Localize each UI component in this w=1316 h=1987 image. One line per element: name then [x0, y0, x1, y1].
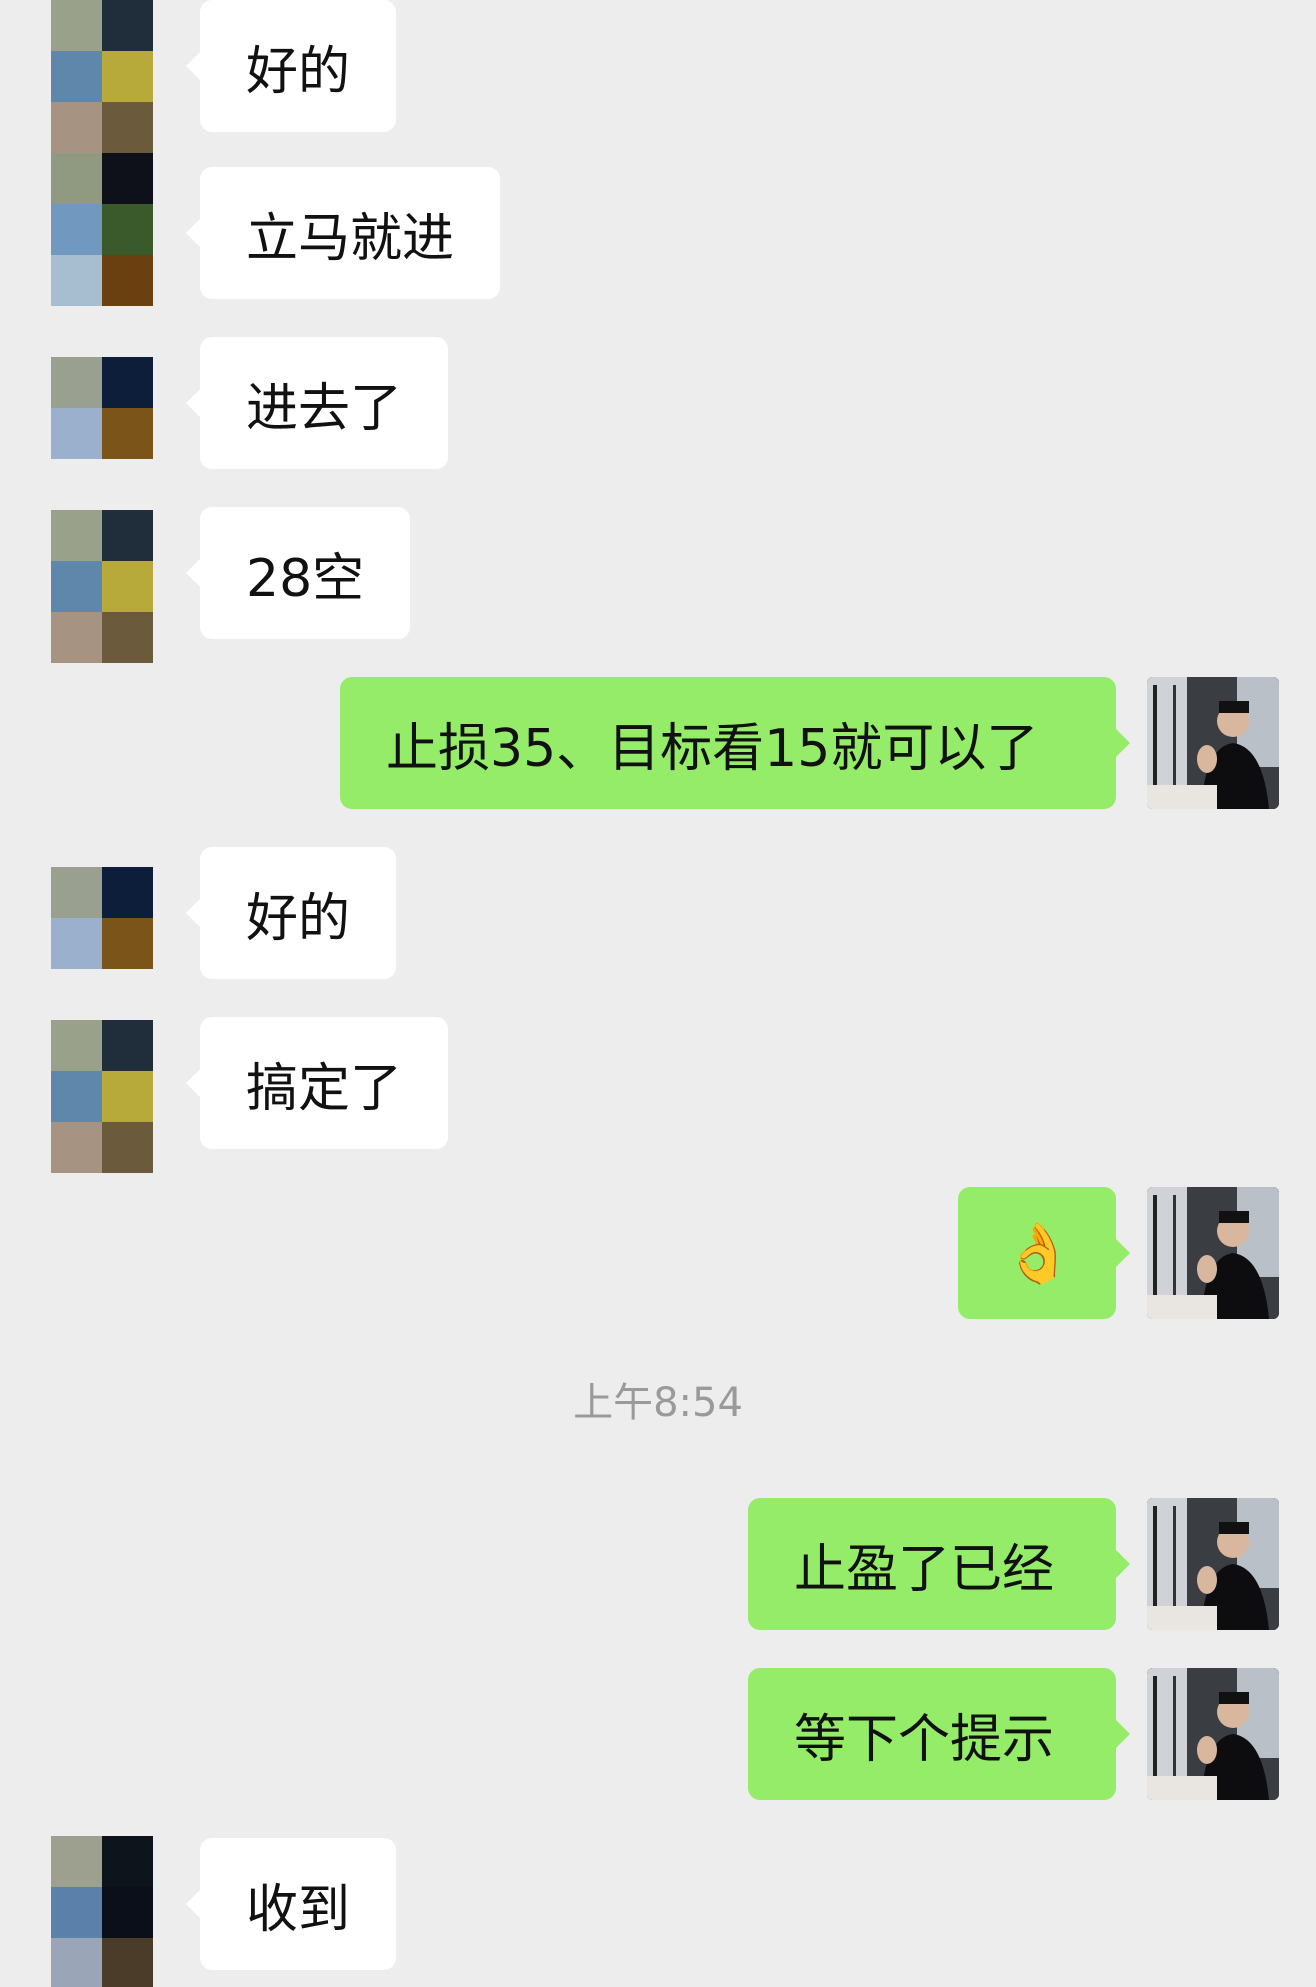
message-bubble[interactable]: 止盈了已经: [748, 1498, 1130, 1630]
self-avatar[interactable]: [1147, 1187, 1279, 1319]
contact-avatar[interactable]: [51, 1836, 153, 1987]
person-photo-icon: [1147, 1498, 1279, 1630]
contact-avatar[interactable]: [51, 1020, 153, 1173]
contact-avatar[interactable]: [51, 153, 153, 306]
person-photo-icon: [1147, 677, 1279, 809]
message-bubble[interactable]: 好的: [185, 0, 397, 132]
person-photo-icon: [1147, 1187, 1279, 1319]
person-photo-icon: [1147, 1668, 1279, 1800]
message-bubble[interactable]: 止损35、目标看15就可以了: [340, 677, 1130, 809]
message-bubble[interactable]: 进去了: [185, 337, 449, 469]
contact-avatar[interactable]: [51, 867, 153, 969]
self-avatar[interactable]: [1147, 1668, 1279, 1800]
timestamp-divider: 上午8:54: [573, 1380, 743, 1426]
message-bubble[interactable]: 等下个提示: [748, 1668, 1130, 1800]
message-bubble[interactable]: 搞定了: [185, 1017, 449, 1149]
message-bubble[interactable]: 28空: [185, 507, 411, 639]
contact-avatar[interactable]: [51, 357, 153, 459]
self-avatar[interactable]: [1147, 677, 1279, 809]
message-bubble[interactable]: 好的: [185, 847, 397, 979]
contact-avatar[interactable]: [51, 510, 153, 663]
message-bubble[interactable]: 立马就进: [185, 167, 501, 299]
self-avatar[interactable]: [1147, 1498, 1279, 1630]
message-bubble[interactable]: 收到: [185, 1838, 397, 1970]
message-bubble[interactable]: 👌: [958, 1187, 1130, 1319]
